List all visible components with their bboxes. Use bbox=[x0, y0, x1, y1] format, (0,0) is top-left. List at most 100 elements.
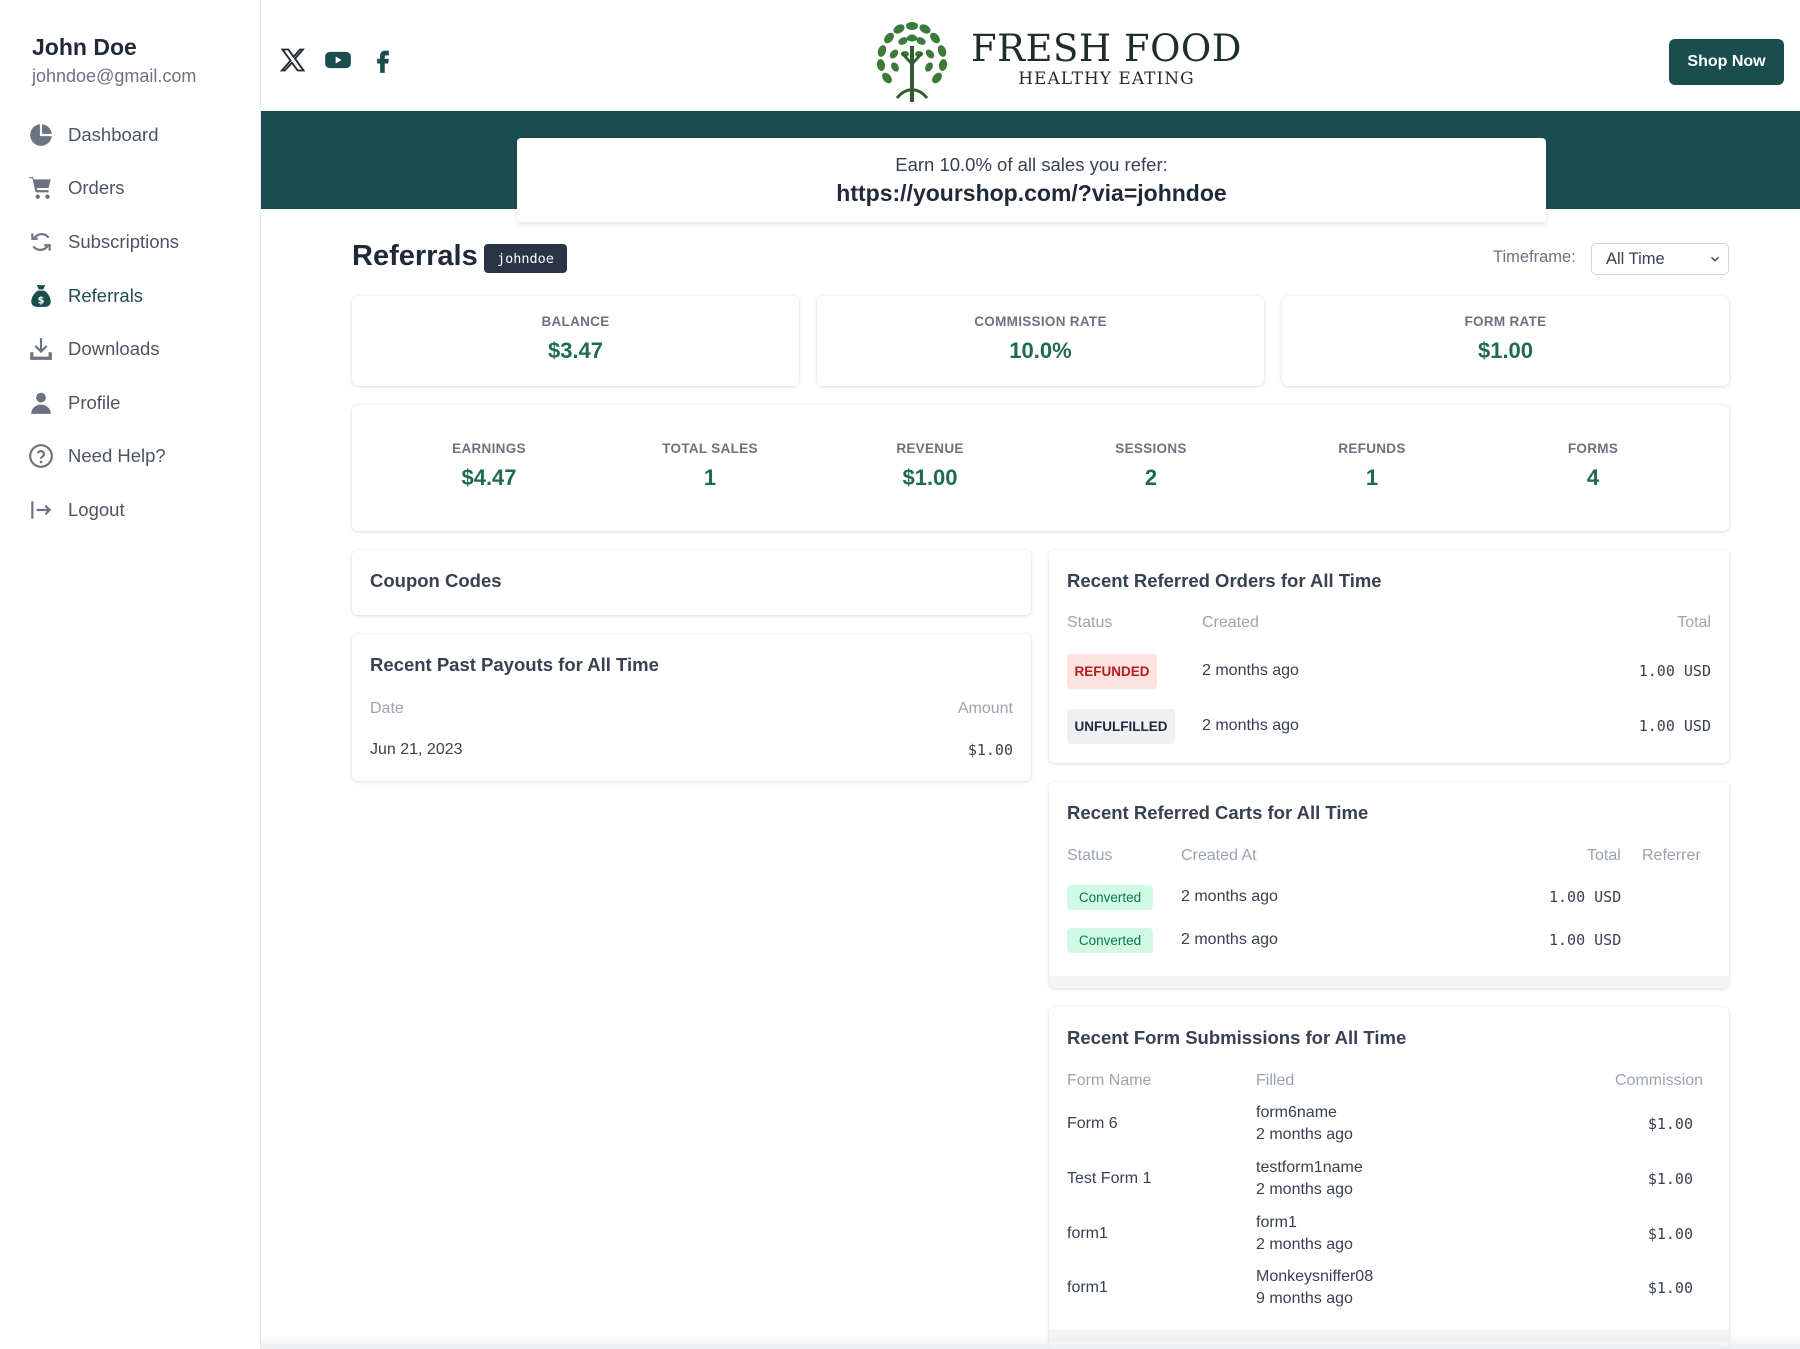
form-commission: $1.00 bbox=[1647, 1279, 1693, 1297]
column-header: Referrer bbox=[1642, 847, 1701, 864]
column-header: Total bbox=[1677, 614, 1711, 631]
stat-value: $1.00 bbox=[1477, 338, 1534, 363]
user-email: johndoe@gmail.com bbox=[32, 66, 197, 86]
referral-link-card: Earn 10.0% of all sales you refer: https… bbox=[517, 138, 1546, 222]
stat-label: FORMS bbox=[1567, 441, 1619, 456]
facebook-icon[interactable] bbox=[367, 44, 399, 76]
payout-amount: $1.00 bbox=[967, 741, 1013, 759]
form-filled-when: 2 months ago bbox=[1256, 1126, 1353, 1143]
form-commission: $1.00 bbox=[1647, 1170, 1693, 1188]
form-filled-name: form1 bbox=[1256, 1214, 1297, 1231]
user-icon bbox=[27, 389, 55, 417]
column-header: Created At bbox=[1181, 847, 1257, 864]
form-filled-when: 2 months ago bbox=[1256, 1181, 1353, 1198]
form-filled-name: testform1name bbox=[1256, 1159, 1363, 1176]
money-bag-icon: $ bbox=[27, 282, 55, 310]
stat-label: TOTAL SALES bbox=[662, 441, 758, 456]
sidebar-item-label: Downloads bbox=[68, 338, 160, 360]
shop-now-button[interactable]: Shop Now bbox=[1669, 39, 1784, 85]
column-header: Filled bbox=[1256, 1072, 1295, 1089]
stats-card: EARNINGS $4.47 TOTAL SALES 1 REVENUE $1.… bbox=[352, 405, 1729, 531]
sidebar: John Doe johndoe@gmail.com Dashboard Ord… bbox=[0, 0, 261, 1349]
sidebar-item-orders[interactable]: Orders bbox=[0, 162, 261, 216]
status-badge: Converted bbox=[1067, 928, 1153, 953]
order-created: 2 months ago bbox=[1202, 662, 1299, 679]
tree-logo-icon bbox=[869, 16, 955, 102]
form-filled-when: 2 months ago bbox=[1256, 1236, 1353, 1253]
balance-card: BALANCE $3.47 bbox=[352, 296, 799, 386]
form-rate-card: FORM RATE $1.00 bbox=[1282, 296, 1729, 386]
form-name: Test Form 1 bbox=[1067, 1170, 1152, 1187]
user-name: John Doe bbox=[32, 34, 137, 60]
sidebar-item-label: Orders bbox=[68, 177, 125, 199]
logout-icon bbox=[27, 496, 55, 524]
coupon-codes-card: Coupon Codes bbox=[352, 550, 1031, 615]
orders-card: Recent Referred Orders for All Time Stat… bbox=[1049, 550, 1729, 763]
sidebar-item-subscriptions[interactable]: Subscriptions bbox=[0, 215, 261, 269]
sidebar-item-label: Logout bbox=[68, 498, 125, 520]
sidebar-item-referrals[interactable]: $ Referrals bbox=[0, 269, 261, 323]
sidebar-item-profile[interactable]: Profile bbox=[0, 376, 261, 430]
sidebar-item-label: Subscriptions bbox=[68, 230, 180, 252]
referral-code-badge: johndoe bbox=[484, 244, 567, 273]
page-title: Referrals bbox=[352, 240, 478, 272]
youtube-icon[interactable] bbox=[322, 44, 354, 76]
payouts-title: Recent Past Payouts for All Time bbox=[370, 654, 659, 675]
stat-label: EARNINGS bbox=[452, 441, 526, 456]
stat-label: REVENUE bbox=[896, 441, 964, 456]
status-badge: REFUNDED bbox=[1067, 654, 1157, 689]
order-total: 1.00 USD bbox=[1638, 662, 1711, 680]
orders-title: Recent Referred Orders for All Time bbox=[1067, 570, 1382, 591]
form-name: form1 bbox=[1067, 1279, 1108, 1296]
sidebar-item-help[interactable]: Need Help? bbox=[0, 430, 261, 484]
form-name: Form 6 bbox=[1067, 1115, 1118, 1132]
column-header: Amount bbox=[957, 700, 1013, 717]
stat-value: 4 bbox=[1586, 465, 1600, 490]
carts-title: Recent Referred Carts for All Time bbox=[1067, 802, 1369, 823]
stat-earnings: EARNINGS $4.47 bbox=[414, 441, 564, 491]
scrollbar-track[interactable] bbox=[1049, 976, 1729, 988]
sidebar-item-dashboard[interactable]: Dashboard bbox=[0, 108, 261, 162]
refresh-icon bbox=[27, 228, 55, 256]
status-badge: Converted bbox=[1067, 885, 1153, 910]
form-filled-name: form6name bbox=[1256, 1104, 1337, 1121]
form-filled-when: 9 months ago bbox=[1256, 1290, 1353, 1307]
stat-total-sales: TOTAL SALES 1 bbox=[635, 441, 785, 491]
stat-value: 1 bbox=[703, 465, 717, 490]
x-twitter-icon[interactable] bbox=[277, 44, 309, 76]
stat-value: 2 bbox=[1144, 465, 1158, 490]
chevron-down-icon bbox=[1711, 256, 1719, 262]
forms-card: Recent Form Submissions for All Time For… bbox=[1049, 1007, 1729, 1349]
timeframe-select[interactable]: All Time bbox=[1591, 243, 1729, 275]
svg-text:$: $ bbox=[38, 295, 45, 306]
payout-date: Jun 21, 2023 bbox=[370, 741, 463, 758]
download-icon bbox=[27, 335, 55, 363]
logo-title: FRESH FOOD bbox=[971, 27, 1242, 70]
referral-earn-text: Earn 10.0% of all sales you refer: bbox=[895, 154, 1168, 175]
cart-created: 2 months ago bbox=[1181, 888, 1278, 905]
brand-logo[interactable]: FRESH FOOD HEALTHY EATING bbox=[867, 14, 1242, 104]
column-header: Commission bbox=[1614, 1072, 1703, 1089]
form-filled-name: Monkeysniffer08 bbox=[1256, 1268, 1374, 1285]
column-header: Form Name bbox=[1067, 1072, 1152, 1089]
referral-url[interactable]: https://yourshop.com/?via=johndoe bbox=[517, 180, 1546, 207]
stat-revenue: REVENUE $1.00 bbox=[855, 441, 1005, 491]
sidebar-item-label: Need Help? bbox=[68, 445, 166, 467]
column-header: Total bbox=[1587, 847, 1621, 864]
cart-total: 1.00 USD bbox=[1549, 888, 1622, 906]
cart-created: 2 months ago bbox=[1181, 931, 1278, 948]
sidebar-item-downloads[interactable]: Downloads bbox=[0, 322, 261, 376]
sidebar-nav: Dashboard Orders Subscriptions $ Referra… bbox=[0, 108, 261, 537]
coupon-codes-title: Coupon Codes bbox=[370, 570, 502, 591]
cart-icon bbox=[27, 174, 55, 202]
sidebar-item-logout[interactable]: Logout bbox=[0, 483, 261, 537]
sidebar-item-label: Dashboard bbox=[68, 123, 159, 145]
sidebar-item-label: Referrals bbox=[68, 284, 144, 306]
question-icon bbox=[27, 442, 55, 470]
stat-label: COMMISSION RATE bbox=[974, 314, 1107, 329]
stat-label: FORM RATE bbox=[1464, 314, 1547, 329]
commission-rate-card: COMMISSION RATE 10.0% bbox=[817, 296, 1264, 386]
order-total: 1.00 USD bbox=[1638, 717, 1711, 735]
form-commission: $1.00 bbox=[1647, 1115, 1693, 1133]
timeframe-value: All Time bbox=[1606, 249, 1665, 268]
